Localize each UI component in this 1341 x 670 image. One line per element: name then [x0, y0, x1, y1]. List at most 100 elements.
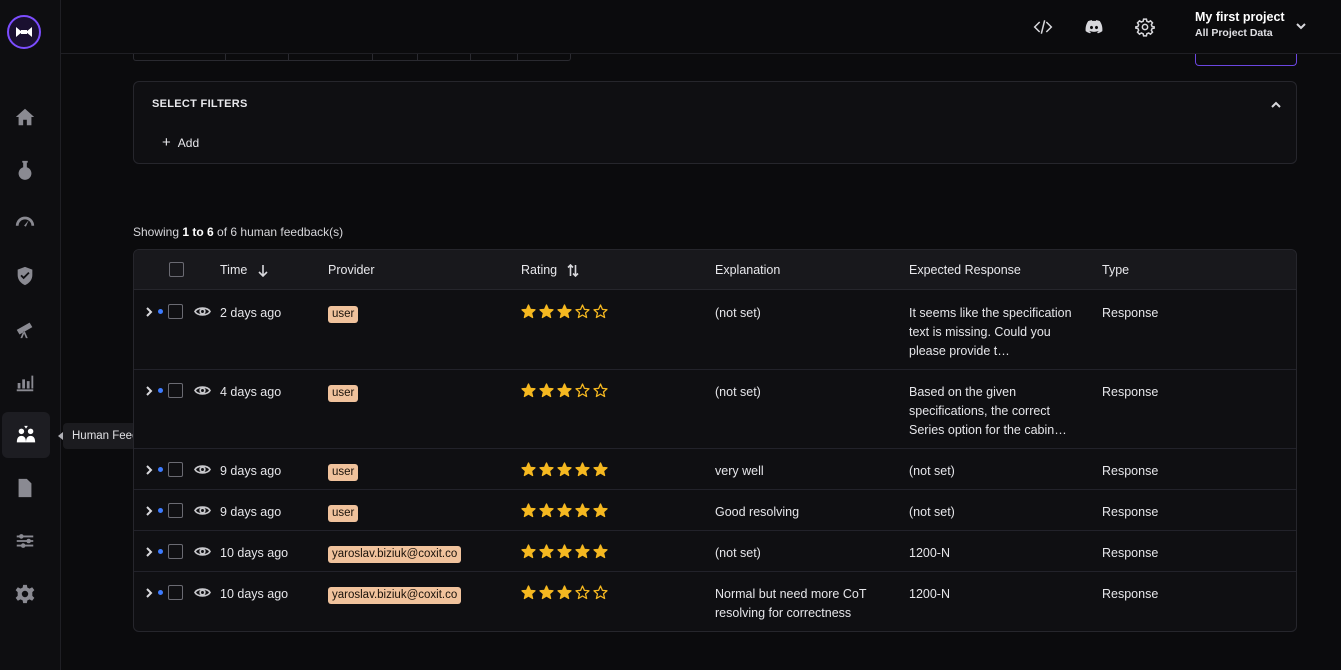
view-button[interactable]	[194, 304, 211, 319]
rating-stars	[521, 585, 608, 600]
sidebar-item-analytics[interactable]	[12, 370, 38, 396]
row-time: 10 days ago	[220, 587, 289, 601]
column-rating[interactable]: Rating	[521, 263, 579, 277]
top-bar: My first project All Project Data	[61, 0, 1341, 54]
view-button[interactable]	[194, 503, 211, 518]
expand-row-button[interactable]	[144, 384, 154, 396]
rating-stars	[521, 304, 608, 319]
star-filled-icon	[557, 462, 572, 477]
table-row[interactable]: 10 days ago yaroslav.biziuk@coxit.co Nor…	[134, 572, 1296, 631]
row-time: 2 days ago	[220, 306, 282, 320]
sidebar-item-human-feedback[interactable]	[2, 412, 50, 458]
table-row[interactable]: 9 days ago user very well (not set) Resp…	[134, 449, 1296, 490]
row-checkbox[interactable]	[168, 585, 183, 600]
action-button[interactable]	[1195, 54, 1297, 66]
chevron-right-icon	[146, 386, 153, 396]
star-filled-icon	[521, 383, 536, 398]
telescope-icon	[16, 322, 33, 339]
project-dropdown[interactable]	[1295, 19, 1307, 31]
row-time: 4 days ago	[220, 385, 282, 399]
expand-row-button[interactable]	[144, 586, 154, 598]
sidebar-item-guardrails[interactable]	[12, 263, 38, 289]
sidebar-item-dashboard[interactable]	[12, 210, 38, 236]
expand-row-button[interactable]	[144, 463, 154, 475]
column-expected-response: Expected Response	[909, 263, 1021, 277]
star-empty-icon	[593, 304, 608, 319]
chevron-up-icon	[1271, 101, 1281, 108]
star-filled-icon	[557, 544, 572, 559]
gauge-icon	[15, 216, 35, 227]
star-filled-icon	[539, 462, 554, 477]
row-expected-response: 1200-N	[909, 587, 950, 601]
view-button[interactable]	[194, 585, 211, 600]
row-provider: user	[328, 304, 359, 323]
sliders-icon	[16, 534, 34, 548]
view-button[interactable]	[194, 383, 211, 398]
sidebar-item-configurations[interactable]	[12, 528, 38, 554]
star-filled-icon	[521, 585, 536, 600]
app-logo[interactable]	[7, 15, 41, 49]
unread-indicator	[158, 549, 163, 554]
bar-chart-icon	[16, 375, 34, 392]
flask-icon	[18, 160, 32, 180]
table-row[interactable]: 4 days ago user (not set) Based on the g…	[134, 370, 1296, 449]
star-filled-icon	[521, 503, 536, 518]
row-checkbox[interactable]	[168, 462, 183, 477]
expand-row-button[interactable]	[144, 545, 154, 557]
row-explanation: (not set)	[715, 385, 761, 399]
summary-prefix: Showing	[133, 225, 183, 239]
row-checkbox[interactable]	[168, 503, 183, 518]
project-name: My first project	[1195, 10, 1285, 24]
row-checkbox[interactable]	[168, 544, 183, 559]
row-expected-response: (not set)	[909, 464, 955, 478]
sidebar-item-deployments[interactable]	[12, 316, 38, 342]
discord-icon	[1085, 20, 1103, 34]
collapse-filters-button[interactable]	[1270, 98, 1282, 110]
star-filled-icon	[557, 503, 572, 518]
sidebar-item-settings[interactable]	[12, 581, 38, 607]
sidebar-item-documents[interactable]	[12, 475, 38, 501]
plus-icon: +	[162, 134, 171, 151]
column-type-label: Type	[1102, 263, 1130, 277]
view-button[interactable]	[194, 544, 211, 559]
column-provider: Provider	[328, 263, 375, 277]
view-button[interactable]	[194, 462, 211, 477]
add-filter-label: Add	[177, 136, 200, 150]
expand-row-button[interactable]	[144, 504, 154, 516]
sidebar-item-home[interactable]	[12, 104, 38, 130]
row-checkbox[interactable]	[168, 383, 183, 398]
rating-stars	[521, 462, 608, 477]
project-selector[interactable]: My first project All Project Data	[1195, 10, 1285, 39]
row-provider: user	[328, 503, 359, 522]
star-filled-icon	[521, 544, 536, 559]
add-filter-button[interactable]: + Add	[162, 134, 200, 151]
provider-badge: user	[328, 505, 359, 522]
column-time[interactable]: Time	[220, 263, 269, 277]
star-filled-icon	[593, 462, 608, 477]
eye-icon	[194, 506, 211, 515]
sidebar-item-experiments[interactable]	[12, 157, 38, 183]
discord-button[interactable]	[1082, 15, 1106, 39]
star-filled-icon	[539, 585, 554, 600]
table-row[interactable]: 9 days ago user Good resolving (not set)…	[134, 490, 1296, 531]
table-row[interactable]: 2 days ago user (not set) It seems like …	[134, 291, 1296, 370]
row-checkbox[interactable]	[168, 304, 183, 319]
star-filled-icon	[539, 304, 554, 319]
settings-button[interactable]	[1133, 15, 1157, 39]
table-row[interactable]: 10 days ago yaroslav.biziuk@coxit.co (no…	[134, 531, 1296, 572]
row-explanation: Normal but need more CoT resolving for c…	[715, 587, 867, 620]
select-all-checkbox[interactable]	[169, 262, 184, 277]
eye-icon	[194, 547, 211, 556]
chevron-right-icon	[146, 588, 153, 598]
star-empty-icon	[575, 304, 590, 319]
code-button[interactable]	[1031, 15, 1055, 39]
tab-divider	[288, 54, 289, 61]
provider-badge: user	[328, 306, 359, 323]
column-rating-label: Rating	[521, 263, 558, 277]
star-filled-icon	[575, 544, 590, 559]
row-provider: user	[328, 462, 359, 481]
expand-row-button[interactable]	[144, 305, 154, 317]
document-icon	[18, 478, 32, 498]
sort-icon	[567, 263, 579, 277]
column-type: Type	[1102, 263, 1129, 277]
